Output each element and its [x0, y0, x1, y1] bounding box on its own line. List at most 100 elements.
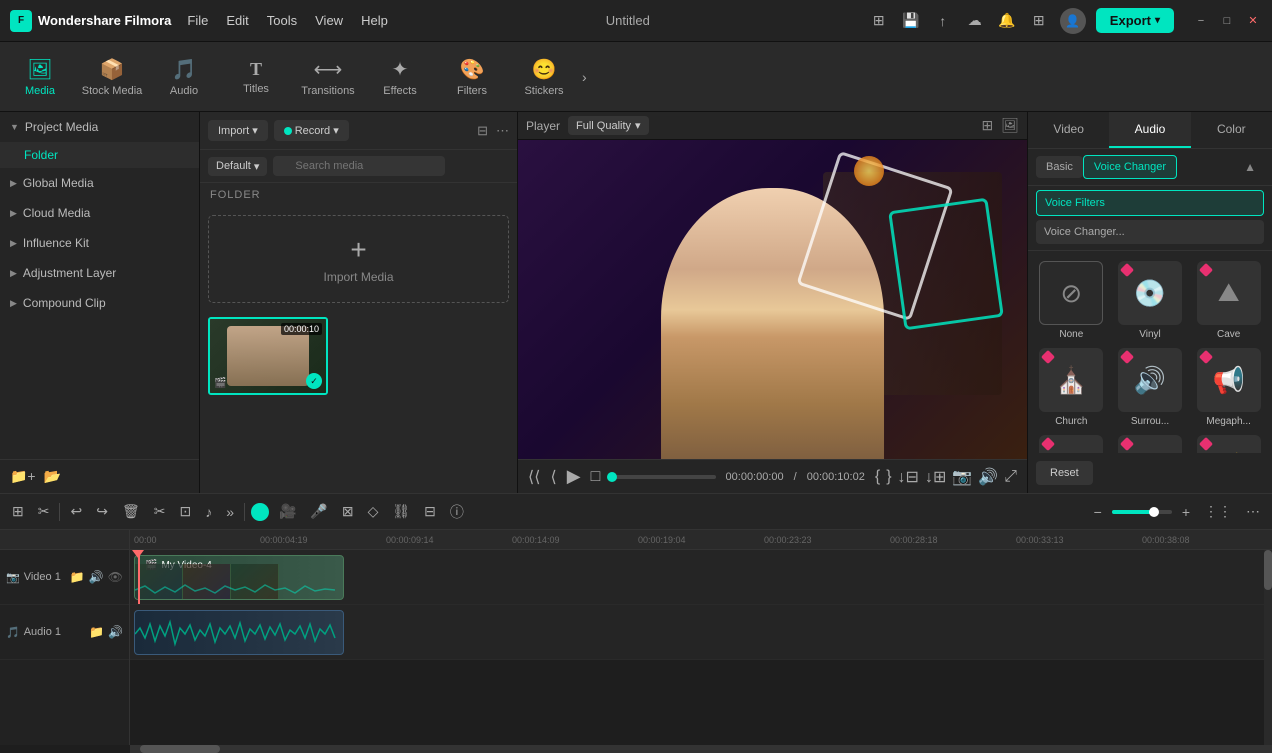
record-button[interactable]: Record ▾	[274, 120, 349, 141]
share-icon[interactable]: ↑	[932, 10, 954, 32]
maximize-button[interactable]: □	[1218, 12, 1236, 30]
tab-media[interactable]: 🖼 Media	[4, 45, 76, 109]
play-button[interactable]: ▶	[567, 466, 581, 487]
horizontal-scrollbar[interactable]	[130, 745, 1272, 753]
skip-back-button[interactable]: ⟨⟨	[528, 467, 540, 487]
left-panel-project-media[interactable]: ▼ Project Media	[0, 112, 199, 142]
layout-timeline-button[interactable]: ⊞	[8, 501, 28, 522]
left-panel-cloud-media[interactable]: ▶ Cloud Media	[0, 198, 199, 228]
mark-out-button[interactable]: }	[886, 468, 891, 486]
voice-changer-button[interactable]: Voice Changer...	[1036, 220, 1264, 244]
redo-button[interactable]: ↪	[92, 501, 112, 522]
grid-view-icon[interactable]: ⊞	[981, 117, 993, 134]
zoom-slider[interactable]	[1112, 510, 1172, 514]
snapshot-tl-button[interactable]: ⊠	[338, 501, 358, 522]
expand-tabs-icon[interactable]: ›	[582, 69, 587, 85]
delete-button[interactable]: 🗑	[118, 501, 144, 522]
cut-button[interactable]: ✂	[150, 501, 170, 522]
left-panel-adjustment-layer[interactable]: ▶ Adjustment Layer	[0, 258, 199, 288]
audio-add-icon[interactable]: 📁	[89, 625, 104, 639]
voice-filters-button[interactable]: Voice Filters	[1036, 190, 1264, 216]
snapshot-button[interactable]: 📷	[952, 467, 972, 487]
left-panel-influence-kit[interactable]: ▶ Influence Kit	[0, 228, 199, 258]
media-thumbnail[interactable]: 00:00:10 🎬 ✓	[208, 317, 328, 395]
voice-item-surround[interactable]: 🔊 Surrou...	[1115, 348, 1186, 427]
bell-icon[interactable]: 🔔	[996, 10, 1018, 32]
tab-transitions[interactable]: ⟷ Transitions	[292, 45, 364, 109]
collapse-panel-icon[interactable]: ▲	[1244, 160, 1264, 174]
video-clip[interactable]: 🎬 My Video-4	[134, 555, 344, 600]
audio-mute-icon[interactable]: 🔊	[108, 625, 123, 639]
fullscreen-ctrl-button[interactable]: ⤢	[1004, 468, 1017, 486]
import-media-box[interactable]: + Import Media	[208, 215, 509, 303]
voice-item-none[interactable]: ⊘ None	[1036, 261, 1107, 340]
more-options-icon[interactable]: ⋯	[496, 123, 509, 139]
tab-titles[interactable]: T Titles	[220, 45, 292, 109]
link-button[interactable]: ⛓	[388, 501, 414, 522]
split-track-button[interactable]: ⊟	[420, 501, 440, 522]
voiceover-button[interactable]: 🎤	[306, 501, 331, 522]
grid-settings-button[interactable]: ⋮⋮	[1200, 501, 1236, 522]
voice-item-cave[interactable]: ⛰ Cave	[1193, 261, 1264, 340]
menu-file[interactable]: File	[187, 13, 208, 28]
stop-button[interactable]: □	[591, 468, 601, 486]
track-mute-icon[interactable]: 🔊	[89, 570, 104, 584]
tab-effects[interactable]: ✦ Effects	[364, 45, 436, 109]
vertical-scrollbar[interactable]	[1264, 550, 1272, 745]
tab-audio[interactable]: 🎵 Audio	[148, 45, 220, 109]
tab-stock-media[interactable]: 📦 Stock Media	[76, 45, 148, 109]
tab-filters[interactable]: 🎨 Filters	[436, 45, 508, 109]
menu-tools[interactable]: Tools	[267, 13, 297, 28]
tab-color[interactable]: Color	[1191, 112, 1272, 148]
voice-item-megaphone[interactable]: 📢 Megaph...	[1193, 348, 1264, 427]
user-avatar[interactable]: 👤	[1060, 8, 1086, 34]
voice-item-vinyl[interactable]: 💿 Vinyl	[1115, 261, 1186, 340]
close-button[interactable]: ✕	[1244, 12, 1262, 30]
insert-button[interactable]: ↓⊟	[898, 467, 919, 487]
cloud-icon[interactable]: ☁	[964, 10, 986, 32]
menu-help[interactable]: Help	[361, 13, 388, 28]
more-tl-button[interactable]: ⋯	[1242, 501, 1264, 522]
voice-item-deep[interactable]: 🌊 Deep	[1115, 435, 1186, 453]
voice-item-electrical[interactable]: ⚡ Electrical	[1193, 435, 1264, 453]
overwrite-button[interactable]: ↓⊞	[925, 467, 946, 487]
export-button[interactable]: Export ▾	[1096, 8, 1174, 33]
audio-clip-button[interactable]: ♪	[201, 502, 216, 522]
search-input[interactable]	[273, 156, 445, 176]
left-panel-compound-clip[interactable]: ▶ Compound Clip	[0, 288, 199, 318]
track-info-button[interactable]: ⓘ	[446, 500, 468, 524]
voice-item-phonograph[interactable]: 🎺 Phonog...	[1036, 435, 1107, 453]
voice-item-church[interactable]: ⛪ Church	[1036, 348, 1107, 427]
nav-icon[interactable]: ⊞	[868, 10, 890, 32]
filter-icon[interactable]: ⊟	[477, 123, 488, 139]
audio-clip[interactable]	[134, 610, 344, 655]
marker-button[interactable]: ◇	[364, 501, 383, 522]
quality-select[interactable]: Full Quality ▾	[568, 116, 649, 135]
undo-button[interactable]: ↩	[66, 501, 86, 522]
progress-bar[interactable]	[610, 475, 715, 479]
sort-button[interactable]: Default ▾	[208, 157, 267, 176]
frame-back-button[interactable]: ⟨	[550, 467, 556, 487]
zoom-in-button[interactable]: +	[1178, 502, 1194, 522]
volume-button[interactable]: 🔊	[978, 467, 998, 487]
fullscreen-icon[interactable]: 🖼	[1001, 117, 1019, 134]
import-button[interactable]: Import ▾	[208, 120, 268, 141]
track-eye-icon[interactable]: 👁	[108, 570, 123, 584]
more-tools-button[interactable]: »	[222, 502, 238, 522]
left-panel-global-media[interactable]: ▶ Global Media	[0, 168, 199, 198]
save-icon[interactable]: 💾	[900, 10, 922, 32]
mark-in-button[interactable]: {	[875, 468, 880, 486]
tab-video[interactable]: Video	[1028, 112, 1109, 148]
tab-stickers[interactable]: 😊 Stickers	[508, 45, 580, 109]
zoom-out-button[interactable]: −	[1090, 502, 1106, 522]
camera-record-button[interactable]: 🎥	[275, 501, 300, 522]
split-audio-button[interactable]: ✂	[34, 501, 54, 522]
menu-view[interactable]: View	[315, 13, 343, 28]
left-panel-folder[interactable]: Folder	[0, 142, 199, 168]
track-add-icon[interactable]: 📁	[70, 570, 85, 584]
subtab-voice-changer[interactable]: Voice Changer	[1083, 155, 1177, 179]
new-folder-icon[interactable]: 📁+	[10, 468, 36, 485]
reset-button[interactable]: Reset	[1036, 461, 1093, 485]
add-folder-icon[interactable]: 📂	[44, 468, 61, 485]
menu-edit[interactable]: Edit	[226, 13, 248, 28]
